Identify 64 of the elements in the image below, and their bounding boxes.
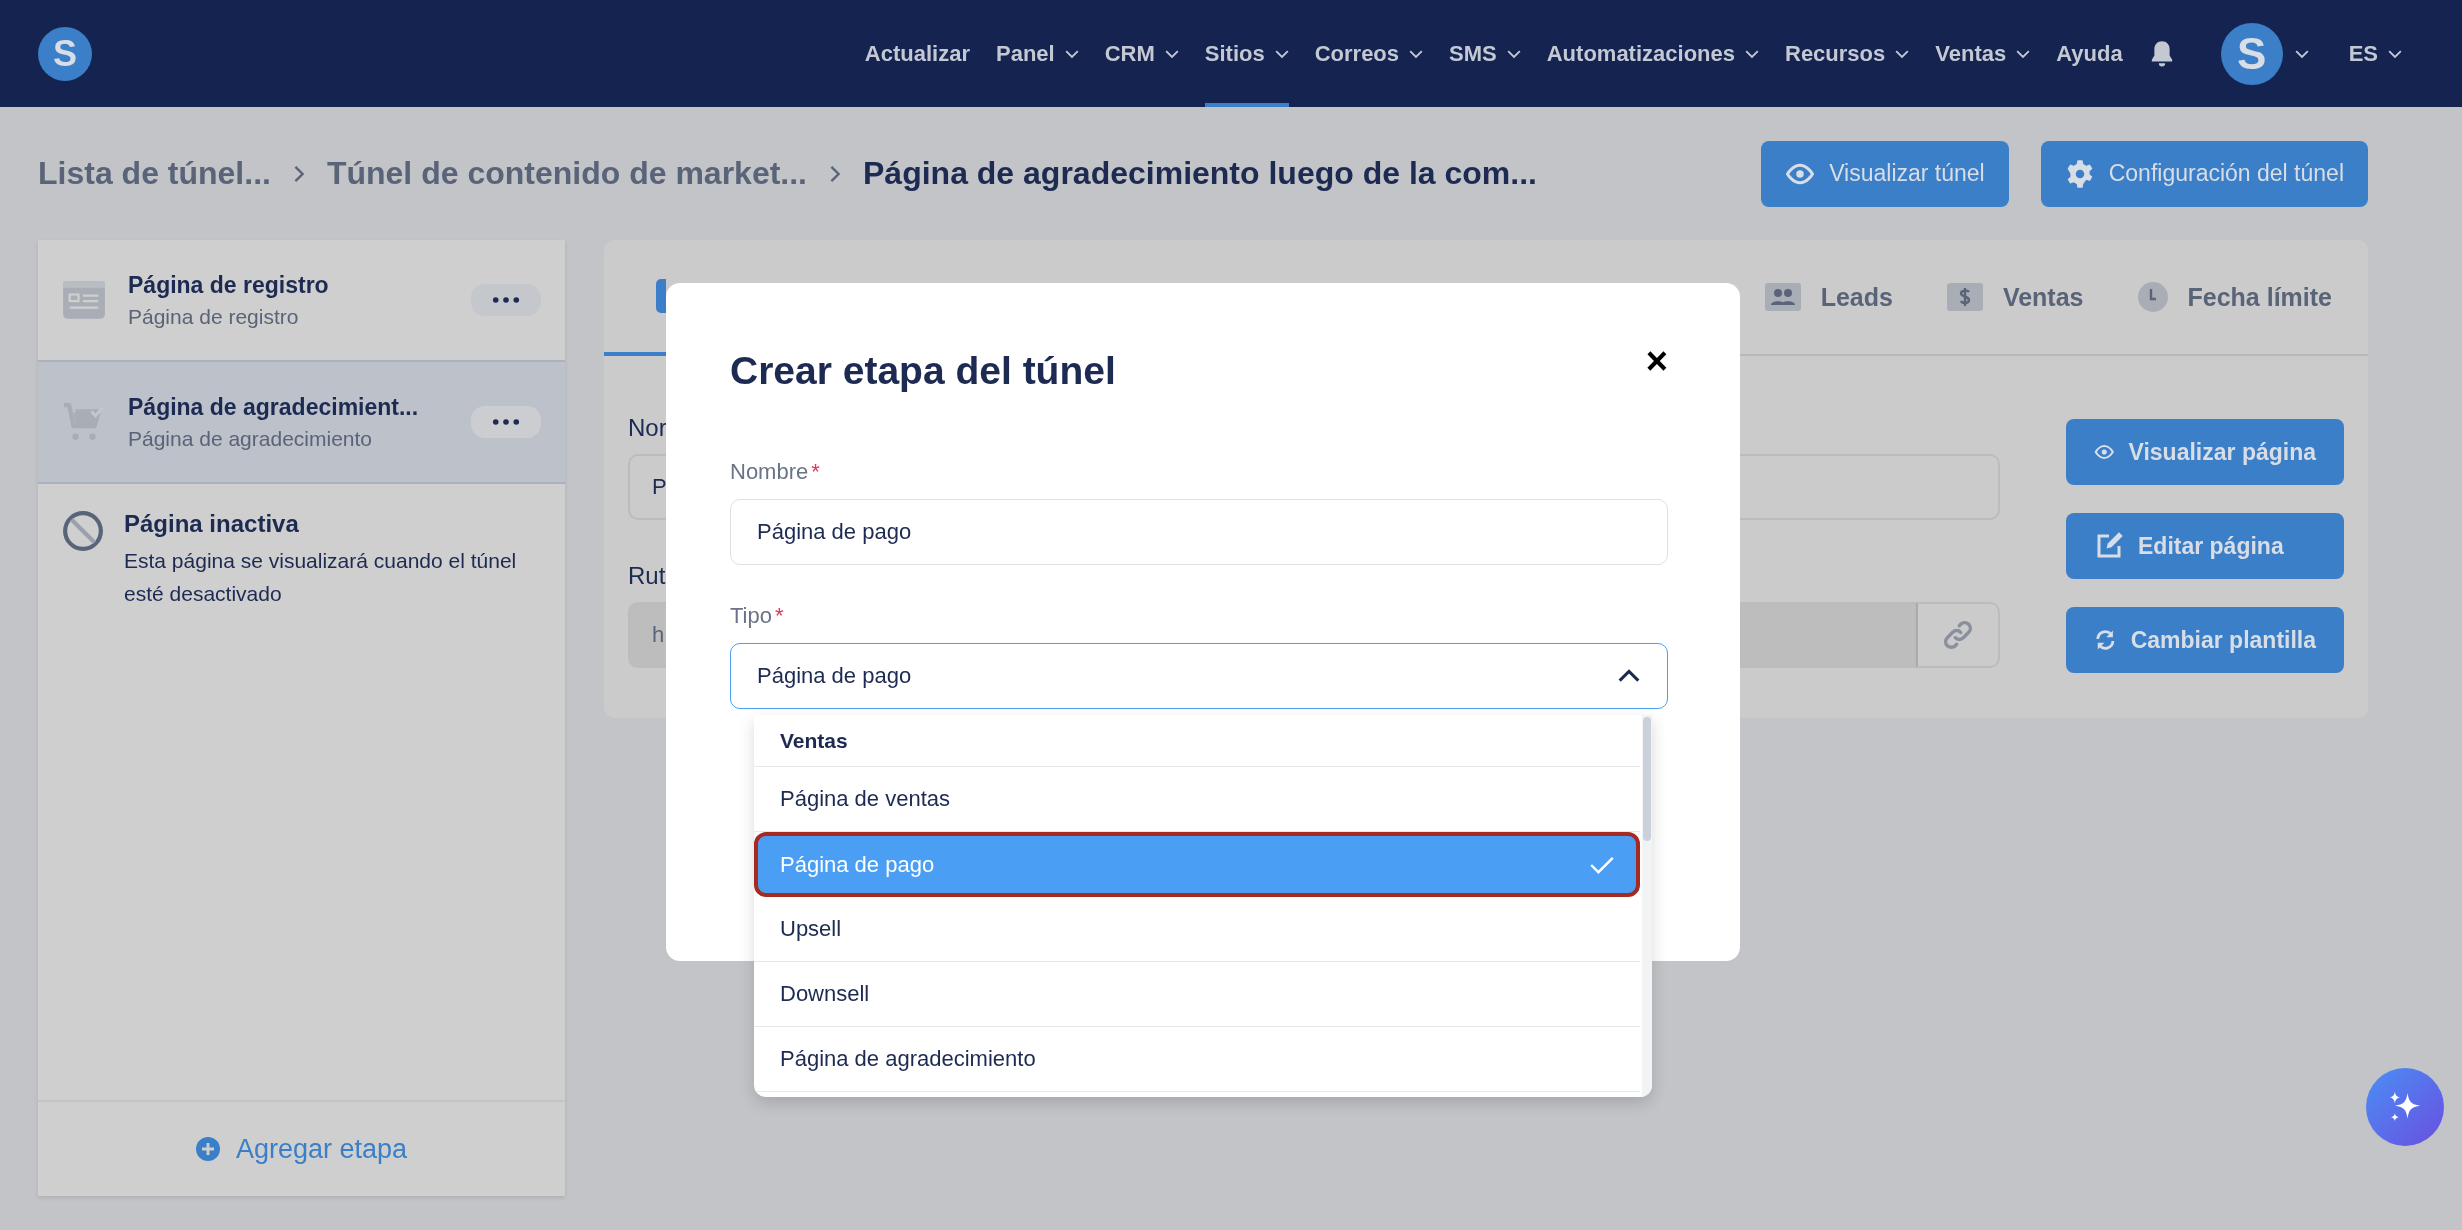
chevron-down-icon bbox=[1409, 48, 1424, 59]
nav-menu-item[interactable]: Sitios bbox=[1204, 0, 1289, 107]
stage-subtitle: Página de registro bbox=[128, 304, 300, 329]
language-selector[interactable]: ES bbox=[2348, 0, 2402, 107]
stage-subtitle: Página de agradecimiento bbox=[128, 426, 373, 451]
dropdown-option[interactable]: Downsell bbox=[754, 962, 1640, 1027]
more-icon bbox=[492, 418, 520, 426]
form-icon bbox=[62, 280, 106, 320]
field-label: Nombre bbox=[730, 459, 809, 485]
chevron-down-icon bbox=[1274, 48, 1289, 59]
chevron-down-icon bbox=[2388, 48, 2402, 59]
field-label: Nor bbox=[628, 414, 668, 442]
inactive-page-title: Página inactiva bbox=[124, 510, 300, 538]
people-icon bbox=[1764, 283, 1801, 311]
chevron-down-icon bbox=[2016, 48, 2031, 59]
plus-icon bbox=[195, 1137, 220, 1161]
cart-icon bbox=[62, 402, 106, 442]
scrollbar-thumb[interactable] bbox=[1643, 717, 1651, 841]
name-input[interactable]: Página de pago bbox=[730, 499, 1668, 565]
nav-menu-item[interactable]: Automatizaciones bbox=[1546, 0, 1759, 107]
more-icon bbox=[492, 296, 520, 304]
breadcrumb-item: Página de agradecimiento luego de la com... bbox=[863, 155, 1537, 192]
chevron-right-icon bbox=[292, 163, 305, 184]
inactive-page-description: Esta página se visualizará cuando el túnel esté desactivado bbox=[124, 548, 518, 607]
stage-title: Página de registro bbox=[128, 271, 330, 299]
dialog-title: Crear etapa del túnel bbox=[730, 349, 1116, 393]
check-icon bbox=[1590, 854, 1614, 875]
nav-menu-item[interactable]: CRM bbox=[1104, 0, 1179, 107]
required-mark: * bbox=[775, 603, 784, 629]
chevron-down-icon bbox=[1064, 48, 1079, 59]
nav-menu-item[interactable]: Ventas bbox=[1935, 0, 2031, 107]
close-button[interactable]: × bbox=[1645, 339, 1668, 383]
tab[interactable]: Fecha límite bbox=[2137, 282, 2332, 312]
chevron-up-icon bbox=[1617, 669, 1641, 683]
nav-menu-item[interactable]: Recursos bbox=[1785, 0, 1910, 107]
dropdown-option[interactable]: Página de agradecimiento bbox=[754, 1027, 1640, 1092]
field-label: Rut bbox=[628, 562, 667, 590]
dropdown-option[interactable]: Upsell bbox=[754, 897, 1640, 962]
chevron-down-icon bbox=[1745, 48, 1759, 59]
option-group-heading: Ventas bbox=[754, 715, 1640, 767]
stage-title: Página de agradecimient... bbox=[128, 393, 420, 421]
chevron-down-icon bbox=[1164, 48, 1179, 59]
nav-menu-item[interactable]: SMS bbox=[1449, 0, 1521, 107]
tab[interactable]: Ventas bbox=[1946, 282, 2084, 312]
chevron-down-icon bbox=[1506, 48, 1521, 59]
field-label: Tipo bbox=[730, 603, 772, 629]
nav-menu-item[interactable]: Correos bbox=[1314, 0, 1424, 107]
nav-menu-item[interactable]: Panel bbox=[995, 0, 1079, 107]
stage-item[interactable]: Página de agradecimient... Página de agradecimiento bbox=[38, 362, 565, 484]
nav-menu-item[interactable]: Actualizar bbox=[864, 0, 970, 107]
type-select[interactable]: Página de pago bbox=[730, 643, 1668, 709]
chevron-down-icon[interactable] bbox=[2294, 48, 2309, 59]
chevron-down-icon bbox=[1895, 48, 1910, 59]
more-button[interactable] bbox=[471, 284, 541, 316]
tab[interactable]: Leads bbox=[1764, 282, 1893, 312]
link-icon bbox=[1942, 619, 1974, 651]
dollar-icon bbox=[1946, 283, 1983, 311]
required-mark: * bbox=[811, 459, 820, 485]
scrollbar[interactable] bbox=[1642, 715, 1652, 1097]
clock-icon bbox=[2137, 282, 2168, 312]
more-button[interactable] bbox=[471, 406, 541, 438]
chevron-right-icon bbox=[829, 163, 841, 184]
disabled-icon bbox=[62, 510, 104, 552]
nav-menu-item[interactable]: Ayuda bbox=[2056, 0, 2123, 107]
